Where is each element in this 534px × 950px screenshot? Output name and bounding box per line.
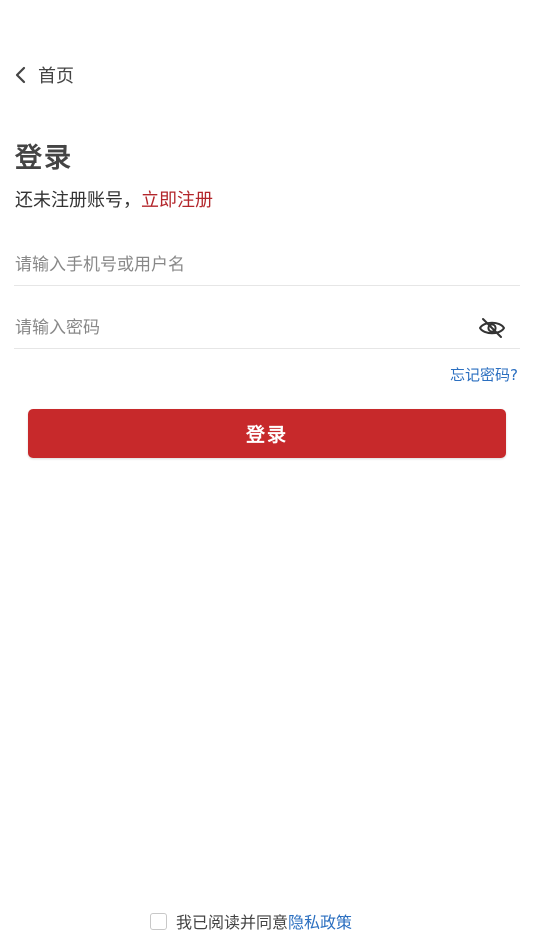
password-field-container [14, 308, 520, 349]
back-button[interactable]: 首页 [14, 60, 74, 90]
register-link[interactable]: 立即注册 [141, 190, 213, 211]
login-button[interactable]: 登录 [28, 409, 506, 458]
agreement-checkbox[interactable] [150, 912, 167, 930]
password-input[interactable] [14, 308, 465, 348]
agreement-row: 我已阅读并同意 隐私政策 [150, 910, 352, 932]
username-field-container [14, 245, 520, 286]
chevron-left-icon [14, 66, 26, 84]
eye-off-icon[interactable] [478, 316, 506, 340]
register-row: 还未注册账号，立即注册 [15, 186, 213, 212]
register-prompt: 还未注册账号， [15, 190, 141, 211]
back-label: 首页 [38, 66, 74, 87]
privacy-policy-link[interactable]: 隐私政策 [288, 909, 352, 933]
forgot-password-link[interactable]: 忘记密码? [450, 364, 518, 385]
username-input[interactable] [14, 245, 465, 285]
page-title: 登录 [15, 143, 73, 174]
agreement-text: 我已阅读并同意 [176, 913, 289, 932]
